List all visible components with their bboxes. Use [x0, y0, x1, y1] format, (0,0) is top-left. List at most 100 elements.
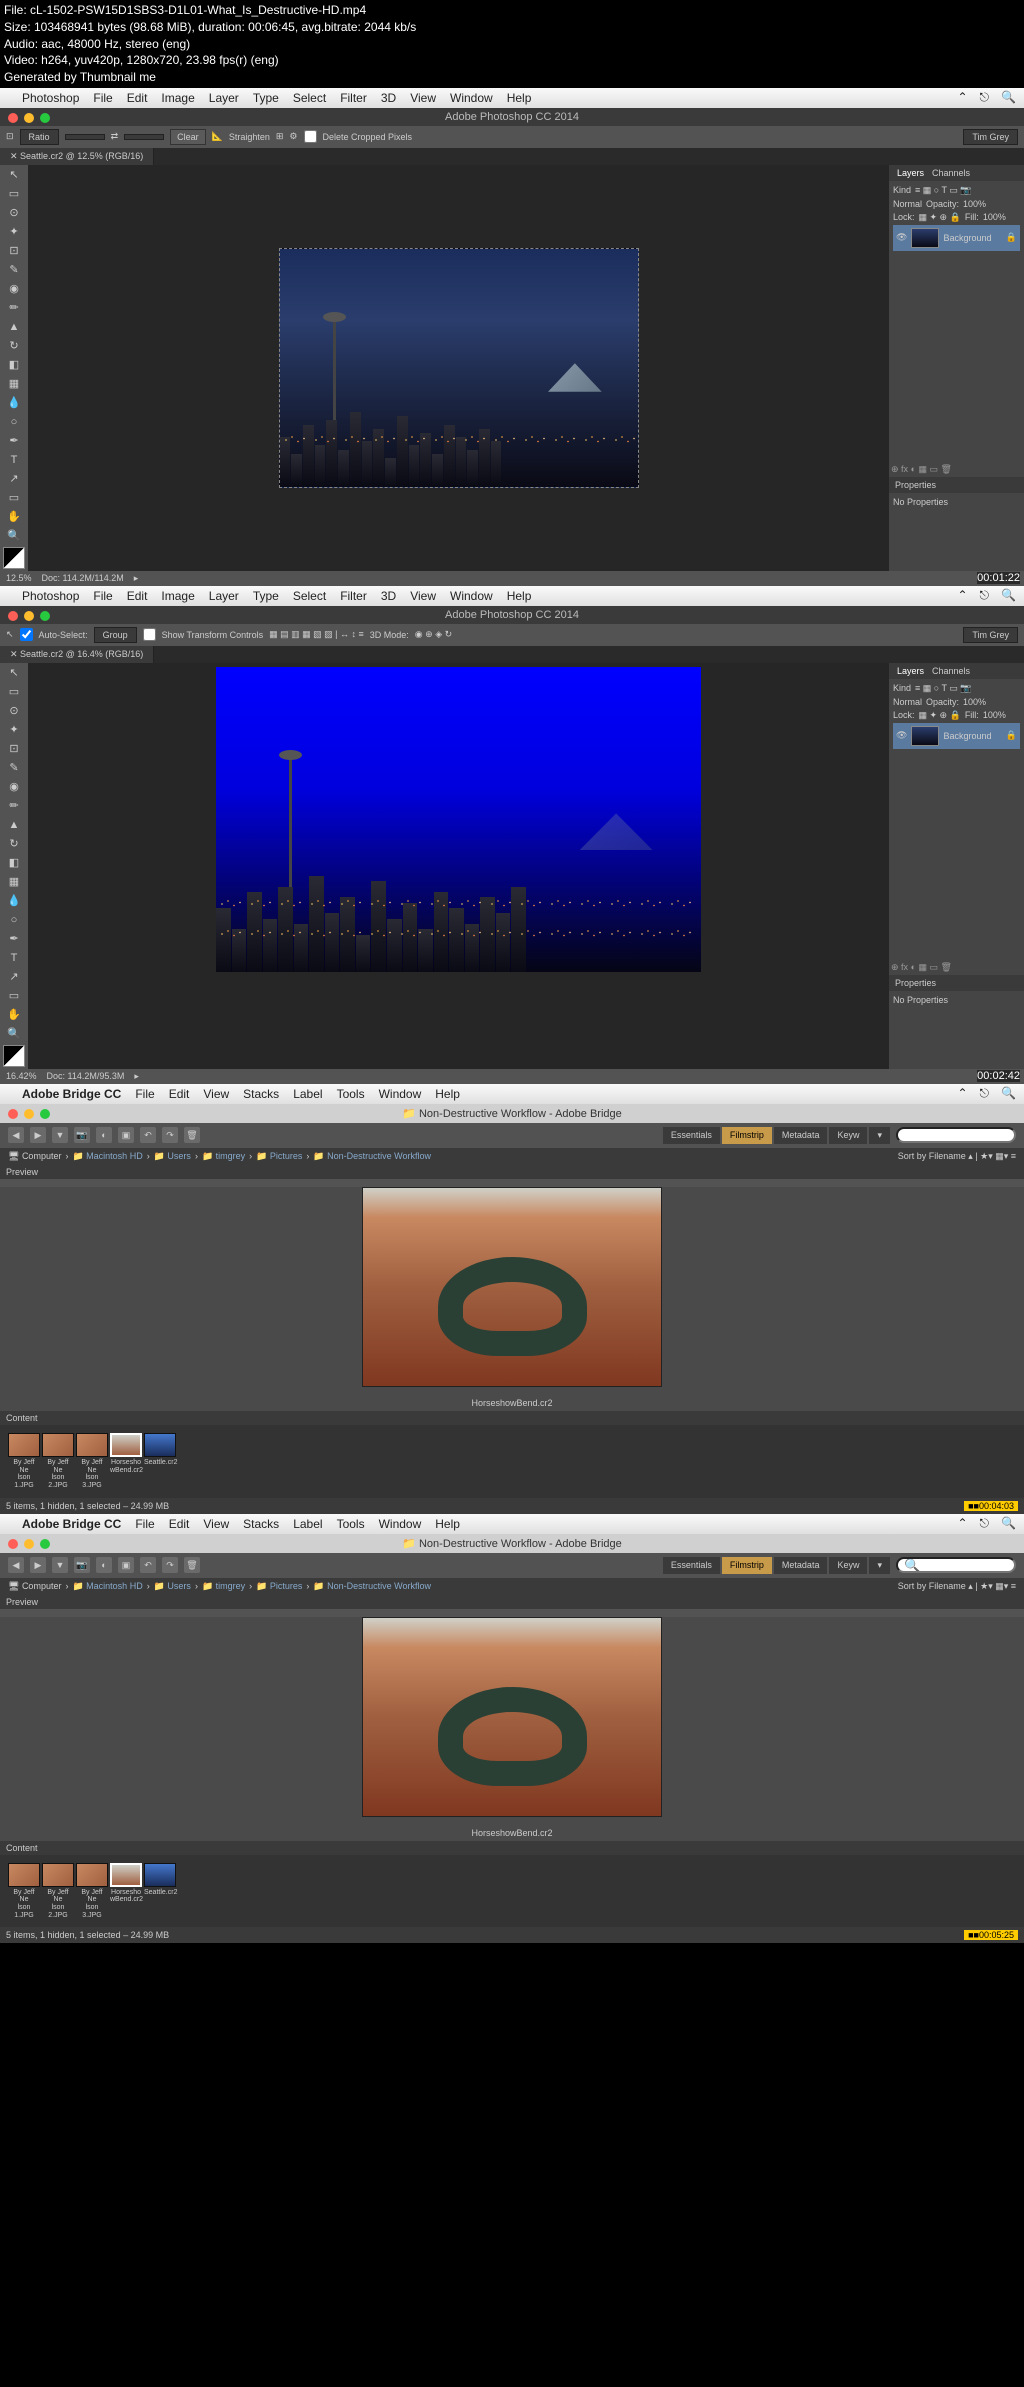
move-tool[interactable]: ↖	[3, 665, 25, 681]
menu-window[interactable]: Window	[379, 1517, 422, 1531]
menu-image[interactable]: Image	[161, 91, 194, 105]
gear-icon[interactable]: ⚙	[289, 131, 297, 142]
path-segment[interactable]: 📁 Users	[154, 1581, 191, 1592]
user-dropdown[interactable]: Tim Grey	[963, 627, 1018, 643]
menu-type[interactable]: Type	[253, 589, 279, 603]
crop-tool[interactable]: ⊡	[3, 243, 25, 259]
menu-stacks[interactable]: Stacks	[243, 1087, 279, 1101]
reveal-button[interactable]: ▼	[52, 1557, 68, 1573]
menu-photoshop[interactable]: Photoshop	[22, 91, 79, 105]
menu-label[interactable]: Label	[293, 1087, 322, 1101]
nav-forward-button[interactable]: ▶	[30, 1127, 46, 1143]
wifi-icon[interactable]: ⌃	[957, 90, 967, 105]
menu-help[interactable]: Help	[435, 1087, 460, 1101]
wifi-icon[interactable]: ⌃	[957, 1086, 967, 1101]
thumbnail-selected[interactable]: HorseshowBend.cr2	[110, 1863, 142, 1920]
gradient-tool[interactable]: ▦	[3, 874, 25, 890]
menu-select[interactable]: Select	[293, 589, 326, 603]
crop-tool-icon[interactable]: ⊡	[6, 131, 14, 142]
path-segment[interactable]: 📁 Macintosh HD	[72, 1581, 142, 1592]
thumbnail[interactable]: Seattle.cr2	[144, 1433, 176, 1490]
menu-edit[interactable]: Edit	[127, 589, 148, 603]
heal-tool[interactable]: ◉	[3, 779, 25, 795]
menu-3d[interactable]: 3D	[381, 91, 396, 105]
nav-back-button[interactable]: ◀	[8, 1127, 24, 1143]
window-controls[interactable]	[4, 109, 54, 127]
stamp-tool[interactable]: ▲	[3, 319, 25, 335]
color-swatch-icon[interactable]	[3, 1045, 25, 1067]
color-swatch-icon[interactable]	[3, 547, 25, 569]
gradient-tool[interactable]: ▦	[3, 376, 25, 392]
refine-button[interactable]: ◐	[96, 1557, 112, 1573]
tab-essentials[interactable]: Essentials	[663, 1127, 720, 1144]
menu-tools[interactable]: Tools	[337, 1087, 365, 1101]
menu-window[interactable]: Window	[450, 91, 493, 105]
shape-tool[interactable]: ▭	[3, 988, 25, 1004]
user-dropdown[interactable]: Tim Grey	[963, 129, 1018, 145]
menu-view[interactable]: View	[410, 589, 436, 603]
menu-tools[interactable]: Tools	[337, 1517, 365, 1531]
path-segment[interactable]: 📁 Pictures	[256, 1581, 302, 1592]
eyedropper-tool[interactable]: ✎	[3, 760, 25, 776]
blend-mode-dropdown[interactable]: Normal	[893, 697, 922, 707]
blend-mode-dropdown[interactable]: Normal	[893, 199, 922, 209]
hand-tool[interactable]: ✋	[3, 1007, 25, 1023]
menu-image[interactable]: Image	[161, 589, 194, 603]
layers-tab[interactable]: Layers	[897, 168, 924, 178]
move-tool[interactable]: ↖	[3, 167, 25, 183]
path-segment[interactable]: 📁 timgrey	[202, 1151, 245, 1162]
thumbnail-selected[interactable]: HorseshowBend.cr2	[110, 1433, 142, 1490]
menu-file[interactable]: File	[93, 91, 112, 105]
wifi-icon[interactable]: ⌃	[957, 588, 967, 603]
tab-keywords[interactable]: Keyw	[829, 1127, 867, 1144]
auto-select-checkbox[interactable]	[20, 628, 33, 641]
channels-tab[interactable]: Channels	[932, 666, 970, 676]
search-input[interactable]	[896, 1557, 1016, 1573]
image-canvas[interactable]	[279, 248, 639, 488]
menu-photoshop[interactable]: Photoshop	[22, 589, 79, 603]
background-layer[interactable]: 👁 Background 🔒	[893, 723, 1020, 749]
trash-button[interactable]: 🗑	[184, 1557, 200, 1573]
history-brush-tool[interactable]: ↻	[3, 836, 25, 852]
spotlight-icon[interactable]: 🔍	[1001, 1516, 1016, 1531]
background-layer[interactable]: 👁 Background 🔒	[893, 225, 1020, 251]
marquee-tool[interactable]: ▭	[3, 684, 25, 700]
tab-metadata[interactable]: Metadata	[774, 1127, 828, 1144]
doc-info[interactable]: Doc: 114.2M/114.2M	[42, 573, 124, 584]
menu-type[interactable]: Type	[253, 91, 279, 105]
menu-app[interactable]: Adobe Bridge CC	[22, 1517, 121, 1531]
menu-filter[interactable]: Filter	[340, 589, 367, 603]
preview-panel-header[interactable]: Preview	[0, 1165, 1024, 1179]
status-icon[interactable]: ⎋	[980, 588, 990, 603]
tab-more[interactable]: ▾	[869, 1127, 890, 1144]
eraser-tool[interactable]: ◧	[3, 357, 25, 373]
thumbnail[interactable]: By Jeff Nelson 3.JPG	[76, 1433, 108, 1490]
align-icons[interactable]: ▦ ▤ ▥ ▦ ▧ ▨ | ↔ ↕ ≡	[269, 629, 364, 640]
document-tab[interactable]: ✕ Seattle.cr2 @ 12.5% (RGB/16)	[0, 148, 154, 165]
spotlight-icon[interactable]: 🔍	[1001, 588, 1016, 603]
menu-layer[interactable]: Layer	[209, 589, 239, 603]
window-controls[interactable]	[4, 1535, 54, 1553]
eraser-tool[interactable]: ◧	[3, 855, 25, 871]
blur-tool[interactable]: 💧	[3, 893, 25, 909]
menu-view[interactable]: View	[203, 1087, 229, 1101]
ratio-h-input[interactable]	[124, 134, 164, 140]
doc-info[interactable]: Doc: 114.2M/95.3M	[47, 1071, 125, 1082]
wand-tool[interactable]: ✦	[3, 224, 25, 240]
menu-edit[interactable]: Edit	[127, 91, 148, 105]
path-segment[interactable]: 📁 Non-Destructive Workflow	[313, 1581, 431, 1592]
status-icon[interactable]: ⎋	[980, 1086, 990, 1101]
filter-kind-dropdown[interactable]: Kind	[893, 683, 911, 694]
lasso-tool[interactable]: ⊙	[3, 703, 25, 719]
ratio-w-input[interactable]	[65, 134, 105, 140]
status-icon[interactable]: ⎋	[980, 90, 990, 105]
dodge-tool[interactable]: ○	[3, 912, 25, 928]
trash-button[interactable]: 🗑	[184, 1127, 200, 1143]
menu-filter[interactable]: Filter	[340, 91, 367, 105]
type-tool[interactable]: T	[3, 452, 25, 468]
ratio-dropdown[interactable]: Ratio	[20, 129, 59, 145]
image-canvas[interactable]	[216, 667, 701, 972]
path-tool[interactable]: ↗	[3, 969, 25, 985]
stamp-tool[interactable]: ▲	[3, 817, 25, 833]
preview-panel-header[interactable]: Preview	[0, 1595, 1024, 1609]
